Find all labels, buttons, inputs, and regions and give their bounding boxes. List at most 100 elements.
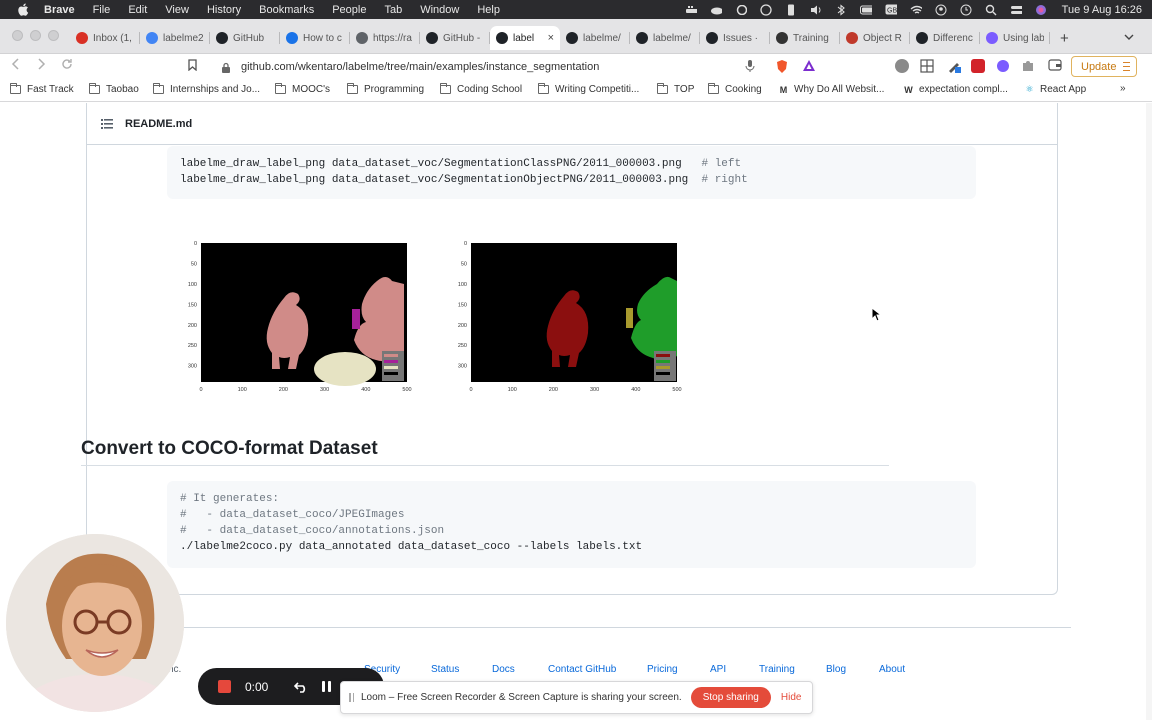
browser-tab[interactable]: Differenc bbox=[910, 26, 980, 50]
bookmark-item[interactable]: Coding School bbox=[440, 83, 522, 95]
bookmark-item[interactable]: MOOC's bbox=[275, 83, 330, 95]
menu-file[interactable]: File bbox=[93, 4, 111, 16]
brave-rewards-icon[interactable] bbox=[802, 59, 816, 73]
bookmark-item[interactable]: M Why Do All Websit... bbox=[778, 84, 885, 95]
phone-icon[interactable] bbox=[785, 4, 797, 15]
browser-tab[interactable]: Issues · bbox=[700, 26, 770, 50]
bookmark-icon[interactable] bbox=[188, 59, 197, 74]
browser-tab[interactable]: https://ra bbox=[350, 26, 420, 50]
zoom-window-button[interactable] bbox=[48, 30, 59, 41]
bluetooth-icon[interactable] bbox=[835, 3, 847, 16]
footer-link[interactable]: Docs bbox=[492, 664, 515, 675]
footer-link[interactable]: Contact GitHub bbox=[548, 664, 616, 675]
browser-tab[interactable]: How to c bbox=[280, 26, 350, 50]
extensions-puzzle-icon[interactable] bbox=[1021, 59, 1035, 73]
control-center-icon[interactable] bbox=[1010, 5, 1022, 15]
brave-shields-icon[interactable] bbox=[775, 59, 789, 73]
footer-link[interactable]: Blog bbox=[826, 664, 846, 675]
bookmark-item[interactable]: TOP bbox=[657, 83, 694, 95]
extension-asterisk-icon[interactable] bbox=[996, 59, 1010, 73]
microphone-icon[interactable] bbox=[744, 59, 758, 73]
footer-link[interactable]: API bbox=[710, 664, 726, 675]
menu-app-name[interactable]: Brave bbox=[44, 4, 75, 16]
cloud-icon[interactable] bbox=[710, 5, 722, 15]
bookmark-item[interactable]: Writing Competiti... bbox=[538, 83, 639, 95]
browser-tab[interactable]: Object R bbox=[840, 26, 910, 50]
bookmark-item[interactable]: Cooking bbox=[708, 83, 762, 95]
footer-link[interactable]: Status bbox=[431, 664, 459, 675]
page-scrollbar[interactable] bbox=[1146, 103, 1152, 720]
back-button[interactable] bbox=[11, 58, 21, 73]
table-of-contents-icon[interactable] bbox=[101, 118, 113, 129]
browser-tab[interactable]: Inbox (1, bbox=[70, 26, 140, 50]
pause-button[interactable] bbox=[322, 681, 332, 692]
menu-tab[interactable]: Tab bbox=[384, 4, 402, 16]
close-window-button[interactable] bbox=[12, 30, 23, 41]
menu-bookmarks[interactable]: Bookmarks bbox=[259, 4, 314, 16]
browser-tab[interactable]: GitHub bbox=[210, 26, 280, 50]
apple-icon[interactable] bbox=[16, 3, 30, 17]
keyboard-gb-icon[interactable]: GB bbox=[885, 4, 897, 15]
forward-button[interactable] bbox=[36, 58, 46, 73]
browser-tab[interactable]: labelme/ bbox=[630, 26, 700, 50]
extension-pen-icon[interactable] bbox=[947, 59, 961, 73]
menu-help[interactable]: Help bbox=[477, 4, 500, 16]
volume-icon[interactable] bbox=[810, 5, 822, 15]
url-bar[interactable]: github.com/wkentaro/labelme/tree/main/ex… bbox=[205, 56, 760, 78]
battery-icon[interactable] bbox=[859, 5, 872, 15]
bookmark-item[interactable]: Programming bbox=[347, 83, 424, 95]
extension-grid-icon[interactable] bbox=[920, 59, 934, 73]
menu-edit[interactable]: Edit bbox=[128, 4, 147, 16]
x-tick-label: 100 bbox=[238, 387, 247, 393]
bookmark-item[interactable]: Wexpectation compl... bbox=[903, 84, 1008, 95]
creative-cloud-icon[interactable] bbox=[735, 4, 747, 15]
extension-globe-icon[interactable] bbox=[895, 59, 909, 73]
browser-tab[interactable]: GitHub - bbox=[420, 26, 490, 50]
restart-icon[interactable] bbox=[294, 681, 308, 693]
bookmark-item[interactable]: ⚛ React App bbox=[1024, 84, 1086, 95]
legend-swatch bbox=[384, 354, 398, 357]
github-icon bbox=[426, 32, 438, 44]
minimize-window-button[interactable] bbox=[30, 30, 41, 41]
menu-history[interactable]: History bbox=[207, 4, 241, 16]
medium-icon: M bbox=[779, 84, 788, 95]
bookmark-item[interactable]: Fast Track bbox=[10, 83, 74, 95]
extension-lastpass-icon[interactable] bbox=[971, 59, 985, 73]
bookmark-item[interactable]: Internships and Jo... bbox=[153, 83, 260, 95]
webcam-bubble[interactable] bbox=[6, 534, 184, 712]
hide-button[interactable]: Hide bbox=[781, 692, 802, 703]
reload-button[interactable] bbox=[61, 58, 73, 73]
tab-search-chevron-icon[interactable] bbox=[1124, 32, 1134, 44]
tab-label: Using lab bbox=[1003, 32, 1044, 44]
browser-tab[interactable]: labelme/ bbox=[560, 26, 630, 50]
siri-icon[interactable] bbox=[1035, 4, 1047, 15]
update-button[interactable]: Update bbox=[1071, 56, 1137, 77]
footer-link[interactable]: About bbox=[879, 664, 905, 675]
focus-icon[interactable] bbox=[760, 3, 772, 16]
menubar-datetime[interactable]: Tue 9 Aug 16:26 bbox=[1062, 4, 1142, 16]
readme-title[interactable]: README.md bbox=[125, 118, 192, 130]
menu-view[interactable]: View bbox=[165, 4, 189, 16]
close-tab-icon[interactable]: × bbox=[544, 32, 554, 44]
browser-tab[interactable]: Using lab bbox=[980, 26, 1050, 50]
new-tab-button[interactable]: + bbox=[1060, 30, 1069, 47]
clock-icon[interactable] bbox=[960, 4, 972, 15]
drag-handle-icon[interactable] bbox=[349, 693, 354, 702]
browser-tab[interactable]: Training bbox=[770, 26, 840, 50]
footer-link[interactable]: Pricing bbox=[647, 664, 678, 675]
footer-link[interactable]: Training bbox=[759, 664, 795, 675]
user-icon[interactable] bbox=[935, 4, 947, 15]
y-tick-label: 250 bbox=[188, 343, 197, 349]
search-icon[interactable] bbox=[985, 4, 997, 15]
bookmarks-overflow-icon[interactable]: » bbox=[1120, 83, 1126, 94]
wallet-icon[interactable] bbox=[1048, 59, 1062, 73]
browser-tab[interactable]: label × bbox=[490, 26, 560, 50]
bookmark-item[interactable]: Taobao bbox=[89, 83, 139, 95]
docker-icon[interactable] bbox=[685, 5, 697, 15]
stop-recording-button[interactable] bbox=[218, 680, 231, 693]
menu-people[interactable]: People bbox=[332, 4, 366, 16]
menu-window[interactable]: Window bbox=[420, 4, 459, 16]
wifi-icon[interactable] bbox=[910, 5, 922, 15]
browser-tab[interactable]: labelme2 bbox=[140, 26, 210, 50]
stop-sharing-button[interactable]: Stop sharing bbox=[690, 687, 771, 708]
